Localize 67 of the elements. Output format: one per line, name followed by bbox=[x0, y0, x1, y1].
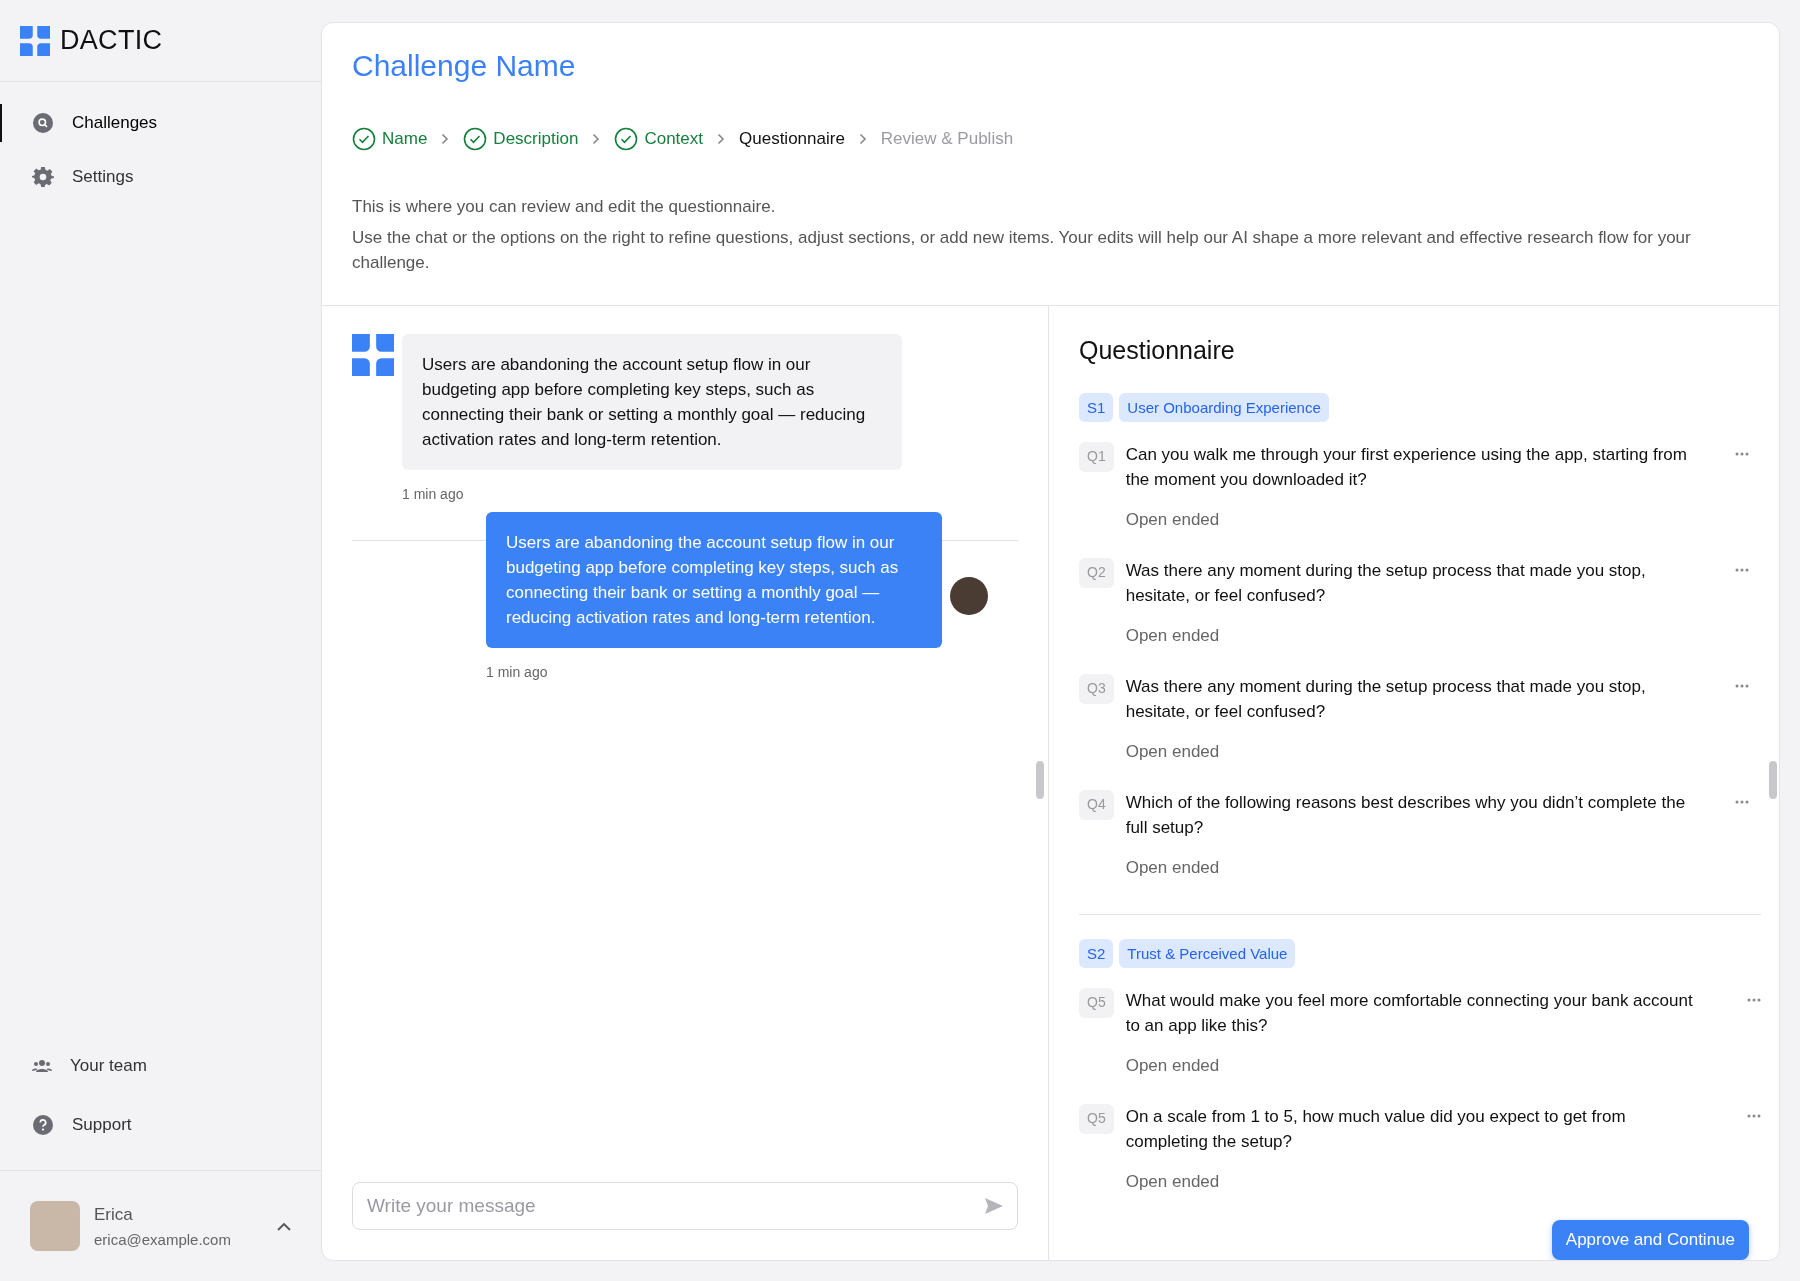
question-number: Q5 bbox=[1079, 1104, 1114, 1134]
search-icon bbox=[32, 112, 54, 134]
check-circle-icon bbox=[463, 127, 488, 151]
message-bubble: Users are abandoning the account setup flow in our budgeting app before completing key steps, such as connecting their bank or setting a monthly goal — reducing activation rates and long-term retention. bbox=[402, 334, 902, 470]
more-options-icon[interactable] bbox=[1735, 568, 1749, 572]
questionnaire-title: Questionnaire bbox=[1079, 336, 1236, 365]
user-avatar bbox=[30, 1201, 80, 1251]
user-email: erica@example.com bbox=[94, 1230, 231, 1248]
sidebar-item[interactable]: Settings bbox=[0, 158, 321, 196]
question-number: Q2 bbox=[1079, 558, 1114, 588]
message-time: 1 min ago bbox=[486, 664, 549, 680]
more-options-icon[interactable] bbox=[1747, 998, 1761, 1002]
logo-icon bbox=[20, 25, 50, 56]
question-number: Q1 bbox=[1079, 442, 1114, 472]
step-tab[interactable]: Name bbox=[352, 127, 428, 151]
more-options-icon[interactable] bbox=[1735, 452, 1749, 456]
more-options-icon[interactable] bbox=[1735, 684, 1749, 688]
step-tab[interactable]: Context bbox=[614, 127, 703, 151]
chevron-right-icon bbox=[441, 133, 450, 145]
settings-icon bbox=[32, 166, 54, 188]
chevron-right-icon bbox=[592, 133, 601, 145]
message-time: 1 min ago bbox=[402, 486, 465, 502]
more-options-icon[interactable] bbox=[1735, 800, 1749, 804]
question-text: On a scale from 1 to 5, how much value did you expect to get from completing the setup? bbox=[1125, 1106, 1627, 1153]
more-options-icon[interactable] bbox=[1747, 1114, 1761, 1118]
user-name: Erica bbox=[94, 1204, 134, 1225]
scrollbar-thumb[interactable] bbox=[1036, 761, 1044, 799]
check-circle-icon bbox=[614, 127, 639, 151]
question-type: Open ended bbox=[1125, 1172, 1221, 1192]
question-number: Q3 bbox=[1079, 674, 1114, 704]
section-number: S1 bbox=[1079, 393, 1114, 422]
chevron-right-icon bbox=[858, 133, 867, 145]
brand-name: DACTIC bbox=[60, 25, 163, 56]
sidebar-item[interactable]: Support bbox=[0, 1106, 321, 1144]
section-title: User Onboarding Experience bbox=[1119, 393, 1329, 422]
question-number: Q4 bbox=[1079, 790, 1114, 820]
chevron-up-icon[interactable] bbox=[277, 1221, 291, 1231]
step-tab[interactable]: Description bbox=[463, 127, 579, 151]
question-type: Open ended bbox=[1125, 1056, 1221, 1076]
check-circle-icon bbox=[352, 127, 376, 151]
page-title: Challenge Name bbox=[352, 49, 577, 83]
intro-text: This is where you can review and edit the questionnaire. bbox=[352, 197, 777, 217]
question-text: Was there any moment during the setup process that made you stop, hesitate, or feel confused? bbox=[1125, 560, 1647, 607]
question-text: Can you walk me through your first experience using the app, starting from the moment you downloaded it? bbox=[1125, 444, 1688, 491]
send-icon[interactable] bbox=[984, 1197, 1004, 1215]
message-bubble: Users are abandoning the account setup flow in our budgeting app before completing key steps, such as connecting their bank or setting a monthly goal — reducing activation rates and long-term retention. bbox=[486, 512, 942, 648]
question-text: What would make you feel more comfortable connecting your bank account to an app like this? bbox=[1125, 990, 1694, 1037]
section-number: S2 bbox=[1079, 939, 1114, 968]
question-type: Open ended bbox=[1125, 742, 1221, 762]
assistant-logo-icon bbox=[352, 334, 394, 376]
question-number: Q5 bbox=[1079, 988, 1114, 1018]
message-input[interactable]: Write your message bbox=[352, 1182, 1018, 1230]
help-icon bbox=[32, 1114, 54, 1136]
step-tab[interactable]: Questionnaire bbox=[739, 129, 845, 149]
sidebar-item[interactable]: Your team bbox=[0, 1048, 321, 1084]
question-text: Which of the following reasons best describes why you didn’t complete the full setup? bbox=[1125, 792, 1687, 839]
chevron-right-icon bbox=[717, 133, 725, 145]
question-text: Was there any moment during the setup process that made you stop, hesitate, or feel confused? bbox=[1125, 676, 1647, 723]
details-text: Use the chat or the options on the right to refine questions, adjust sections, or add new items. Your edits will help our AI shape a more relevant and effective research flow for your challenge. bbox=[352, 227, 1692, 274]
approve-button[interactable]: Approve and Continue bbox=[1551, 1220, 1749, 1260]
scrollbar-thumb[interactable] bbox=[1769, 761, 1777, 799]
question-type: Open ended bbox=[1125, 626, 1221, 646]
question-type: Open ended bbox=[1125, 858, 1221, 878]
team-icon bbox=[32, 1058, 52, 1074]
user-avatar bbox=[950, 577, 988, 615]
section-title: Trust & Perceived Value bbox=[1119, 939, 1296, 968]
question-type: Open ended bbox=[1125, 510, 1221, 530]
